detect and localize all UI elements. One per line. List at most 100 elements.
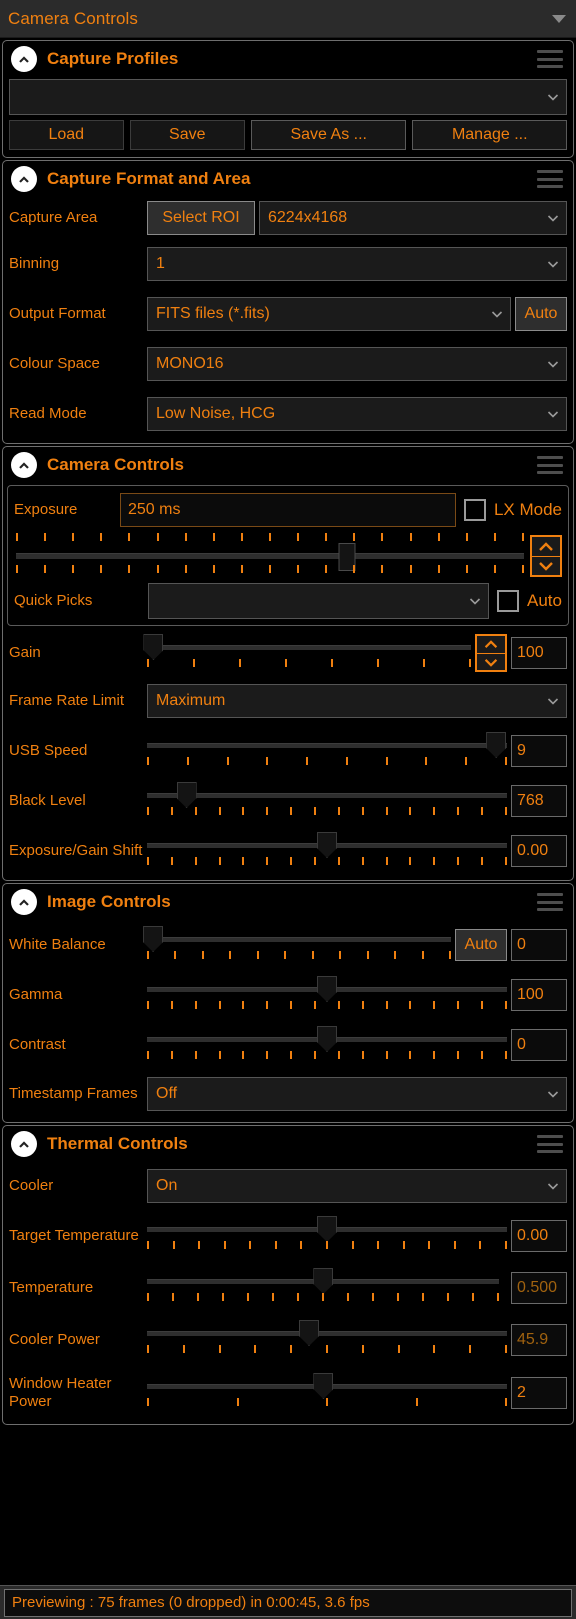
quick-picks-row: Quick Picks Auto xyxy=(8,581,568,621)
status-message: Previewing : 75 frames (0 dropped) in 0:… xyxy=(4,1588,572,1617)
window-heater-power-readout[interactable]: 2 xyxy=(511,1377,567,1409)
gain-slider[interactable] xyxy=(143,631,471,675)
chevron-up-icon[interactable] xyxy=(11,889,37,915)
white-balance-slider-handle[interactable] xyxy=(143,926,164,952)
usb-speed-slider[interactable] xyxy=(147,729,507,773)
menu-icon[interactable] xyxy=(537,456,563,474)
cooler-power-row: Cooler Power 45.9 xyxy=(3,1314,573,1366)
lx-mode-checkbox[interactable] xyxy=(463,499,486,521)
cooler-power-label: Cooler Power xyxy=(9,1331,100,1349)
usb-speed-label: USB Speed xyxy=(9,742,88,760)
spinner-down-icon[interactable] xyxy=(477,653,505,670)
temperature-ticks xyxy=(147,1293,499,1301)
temperature-row: Temperature 0.500 xyxy=(3,1262,573,1314)
white-balance-slider-track xyxy=(147,937,451,942)
gain-slider-track xyxy=(147,645,471,650)
timestamp-frames-combobox[interactable]: Off xyxy=(147,1077,567,1111)
black-level-slider-track xyxy=(147,793,507,798)
exposure-spinner[interactable] xyxy=(530,535,562,577)
frame-rate-limit-combobox[interactable]: Maximum xyxy=(147,684,567,718)
exposure-label: Exposure xyxy=(14,501,78,519)
usb-speed-readout[interactable]: 9 xyxy=(511,735,567,767)
menu-icon[interactable] xyxy=(537,1135,563,1153)
contrast-slider[interactable] xyxy=(147,1023,507,1067)
profile-combobox[interactable] xyxy=(9,79,567,115)
black-level-slider[interactable] xyxy=(147,779,507,823)
binning-combobox[interactable]: 1 xyxy=(147,247,567,281)
colour-space-combobox[interactable]: MONO16 xyxy=(147,347,567,381)
exposure-slider[interactable] xyxy=(14,531,526,581)
white-balance-auto-button[interactable]: Auto xyxy=(455,929,507,961)
select-roi-button[interactable]: Select ROI xyxy=(147,201,255,235)
cooler-power-slider xyxy=(147,1317,507,1363)
chevron-down-icon xyxy=(546,357,560,371)
exposure-gain-shift-ticks xyxy=(147,857,507,865)
save-as-button[interactable]: Save As ... xyxy=(251,120,407,150)
cooler-power-readout: 45.9 xyxy=(511,1324,567,1356)
target-temperature-slider-handle[interactable] xyxy=(317,1216,337,1242)
chevron-up-icon[interactable] xyxy=(11,166,37,192)
temperature-slider-handle xyxy=(313,1268,334,1294)
exposure-ticks-above xyxy=(16,533,524,541)
thermal-controls-header: Thermal Controls xyxy=(3,1126,573,1162)
quick-picks-auto-wrap[interactable]: Auto xyxy=(497,590,562,612)
white-balance-readout[interactable]: 0 xyxy=(511,929,567,961)
window-heater-power-slider-handle[interactable] xyxy=(313,1373,334,1399)
exposure-input[interactable]: 250 ms xyxy=(120,493,456,527)
cooler-value: On xyxy=(156,1177,178,1194)
exposure-gain-shift-slider-handle[interactable] xyxy=(317,832,337,858)
target-temperature-readout[interactable]: 0.00 xyxy=(511,1220,567,1252)
spinner-down-icon[interactable] xyxy=(532,556,560,575)
caret-down-icon[interactable] xyxy=(552,14,566,23)
temperature-readout: 0.500 xyxy=(511,1272,567,1304)
menu-icon[interactable] xyxy=(537,893,563,911)
quick-picks-combobox[interactable] xyxy=(148,583,490,619)
exposure-gain-shift-readout[interactable]: 0.00 xyxy=(511,835,567,867)
chevron-down-icon xyxy=(546,694,560,708)
timestamp-frames-row: Timestamp Frames Off xyxy=(3,1070,573,1118)
chevron-up-icon[interactable] xyxy=(11,46,37,72)
usb-speed-slider-handle[interactable] xyxy=(486,732,507,758)
contrast-slider-handle[interactable] xyxy=(317,1026,337,1052)
window-heater-power-slider[interactable] xyxy=(147,1370,507,1416)
save-button[interactable]: Save xyxy=(129,120,245,150)
white-balance-ticks xyxy=(147,951,451,959)
menu-icon[interactable] xyxy=(537,170,563,188)
white-balance-label: White Balance xyxy=(9,936,106,954)
menu-icon[interactable] xyxy=(537,50,563,68)
window-heater-power-ticks xyxy=(147,1398,507,1406)
spinner-up-icon[interactable] xyxy=(532,537,560,556)
target-temperature-slider[interactable] xyxy=(147,1213,507,1259)
white-balance-slider[interactable] xyxy=(143,923,451,967)
quick-picks-label: Quick Picks xyxy=(14,592,93,610)
cooler-combobox[interactable]: On xyxy=(147,1169,567,1203)
gain-slider-handle[interactable] xyxy=(143,634,164,660)
gamma-slider-handle[interactable] xyxy=(317,976,337,1002)
manage-button[interactable]: Manage ... xyxy=(412,120,568,150)
window-heater-power-label: Window Heater Power xyxy=(9,1375,112,1410)
exposure-gain-shift-slider[interactable] xyxy=(147,829,507,873)
load-button[interactable]: Load xyxy=(9,120,124,150)
chevron-up-icon[interactable] xyxy=(11,452,37,478)
capture-area-combobox[interactable]: 6224x4168 xyxy=(259,201,567,235)
gain-spinner[interactable] xyxy=(475,634,507,672)
black-level-slider-handle[interactable] xyxy=(176,782,197,808)
contrast-readout[interactable]: 0 xyxy=(511,1029,567,1061)
chevron-down-icon xyxy=(546,1087,560,1101)
exposure-panel: Exposure 250 ms LX Mode Quick Picks Auto xyxy=(7,485,569,626)
lx-mode-checkbox-wrap[interactable]: LX Mode xyxy=(463,499,562,521)
capture-area-row: Capture Area Select ROI 6224x4168 xyxy=(3,197,573,239)
quick-picks-auto-checkbox[interactable] xyxy=(497,590,520,612)
read-mode-label: Read Mode xyxy=(9,405,87,423)
output-format-combobox[interactable]: FITS files (*.fits) xyxy=(147,297,511,331)
spinner-up-icon[interactable] xyxy=(477,636,505,653)
gamma-slider[interactable] xyxy=(147,973,507,1017)
section-capture-format-and-area: Capture Format and Area Capture Area Sel… xyxy=(2,160,574,444)
cooler-label: Cooler xyxy=(9,1177,54,1195)
read-mode-combobox[interactable]: Low Noise, HCG xyxy=(147,397,567,431)
gain-readout[interactable]: 100 xyxy=(511,637,567,669)
black-level-readout[interactable]: 768 xyxy=(511,785,567,817)
chevron-up-icon[interactable] xyxy=(11,1131,37,1157)
gamma-readout[interactable]: 100 xyxy=(511,979,567,1011)
output-format-auto-button[interactable]: Auto xyxy=(515,297,567,331)
